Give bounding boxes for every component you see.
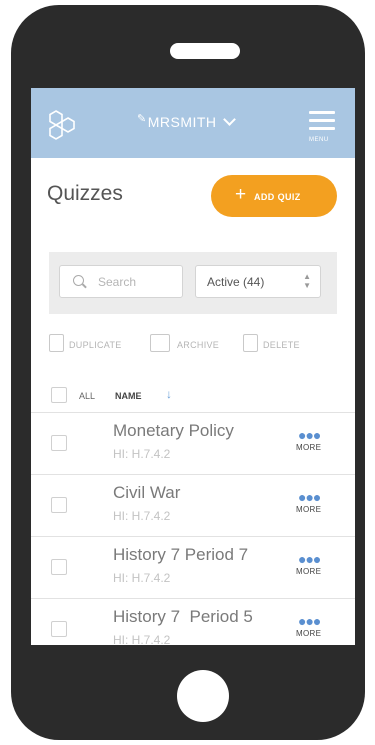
table-header: ALL NAME ↓ <box>31 378 355 410</box>
archive-icon <box>150 334 170 352</box>
phone-speaker <box>170 43 240 59</box>
user-switcher[interactable]: ✎MRSMITH <box>137 113 236 130</box>
search-box[interactable] <box>59 265 183 298</box>
app-header: ✎MRSMITH MENU <box>31 88 355 158</box>
chevron-down-icon <box>222 113 236 126</box>
app-screen: ✎MRSMITH MENU Quizzes + ADD QUIZ Active … <box>31 88 355 645</box>
username: MRSMITH <box>147 114 217 130</box>
pencil-icon: ✎ <box>137 113 147 125</box>
table-row[interactable]: History 7 Period 7 HI: H.7.4.2 ●●● MORE <box>31 536 355 599</box>
row-checkbox[interactable] <box>51 435 67 451</box>
trash-icon <box>243 334 258 352</box>
select-all-checkbox[interactable] <box>51 387 67 403</box>
filter-panel: Active (44) ▲▼ <box>49 252 337 314</box>
more-label[interactable]: MORE <box>296 629 321 638</box>
search-input[interactable] <box>96 274 180 290</box>
more-dots-icon[interactable]: ●●● <box>298 489 321 505</box>
home-button[interactable] <box>177 670 229 722</box>
page-title: Quizzes <box>47 182 123 205</box>
more-label[interactable]: MORE <box>296 505 321 514</box>
row-checkbox[interactable] <box>51 621 67 637</box>
menu-button[interactable]: MENU <box>307 108 337 148</box>
sort-down-arrow-icon[interactable]: ↓ <box>166 387 172 401</box>
select-arrows-icon: ▲ ▼ <box>303 272 311 290</box>
table-row[interactable]: Monetary Policy HI: H.7.4.2 ●●● MORE <box>31 412 355 475</box>
hexagon-logo-icon[interactable] <box>45 108 79 142</box>
hamburger-icon <box>309 111 335 114</box>
add-quiz-button[interactable]: + ADD QUIZ <box>211 175 337 217</box>
status-value: Active (44) <box>207 275 265 289</box>
search-icon <box>73 275 84 286</box>
quiz-standard: HI: H.7.4.2 <box>113 447 171 461</box>
delete-label: DELETE <box>263 340 300 350</box>
quiz-title[interactable]: Monetary Policy <box>113 421 234 441</box>
table-row[interactable]: Civil War HI: H.7.4.2 ●●● MORE <box>31 474 355 537</box>
table-row[interactable]: History 7 Period 5 HI: H.7.4.2 ●●● MORE <box>31 598 355 645</box>
quiz-standard: HI: H.7.4.2 <box>113 571 171 585</box>
plus-icon: + <box>235 184 247 205</box>
more-label[interactable]: MORE <box>296 443 321 452</box>
quiz-title[interactable]: History 7 Period 7 <box>113 545 248 565</box>
quiz-title[interactable]: History 7 Period 5 <box>113 607 253 627</box>
menu-label: MENU <box>309 137 329 143</box>
row-checkbox[interactable] <box>51 497 67 513</box>
row-checkbox[interactable] <box>51 559 67 575</box>
all-label: ALL <box>79 391 96 401</box>
duplicate-icon <box>49 334 64 352</box>
name-column-header[interactable]: NAME <box>115 391 142 401</box>
add-quiz-label: ADD QUIZ <box>254 192 301 202</box>
duplicate-label: DUPLICATE <box>69 340 122 350</box>
archive-label: ARCHIVE <box>177 340 220 350</box>
more-dots-icon[interactable]: ●●● <box>298 427 321 443</box>
quiz-title[interactable]: Civil War <box>113 483 180 503</box>
status-select[interactable]: Active (44) ▲ ▼ <box>195 265 321 298</box>
quiz-standard: HI: H.7.4.2 <box>113 633 171 645</box>
more-dots-icon[interactable]: ●●● <box>298 551 321 567</box>
more-dots-icon[interactable]: ●●● <box>298 613 321 629</box>
bulk-actions: DUPLICATE ARCHIVE DELETE <box>49 332 349 360</box>
more-label[interactable]: MORE <box>296 567 321 576</box>
quiz-standard: HI: H.7.4.2 <box>113 509 171 523</box>
